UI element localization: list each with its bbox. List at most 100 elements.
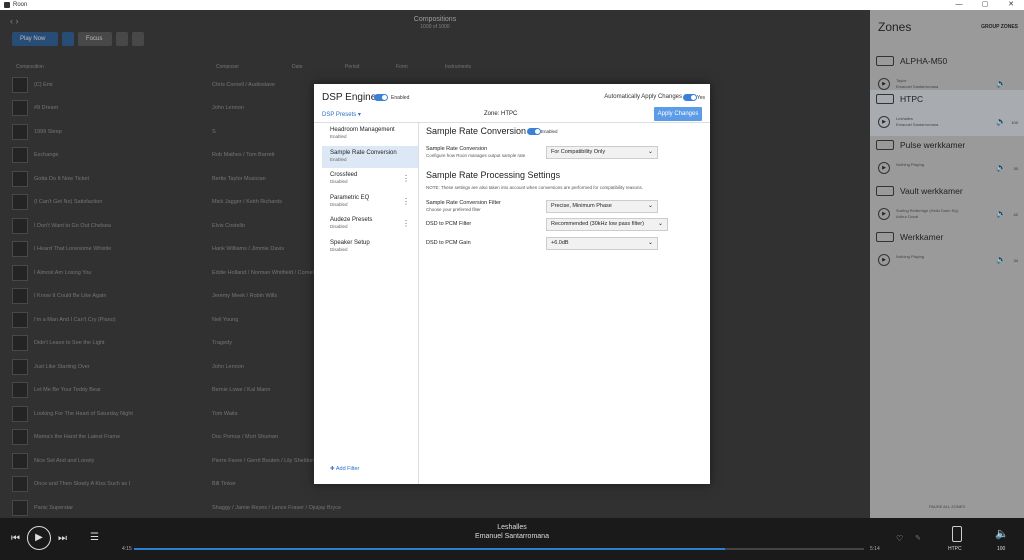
zone-volume-icon[interactable]: 🔈 (996, 163, 1006, 172)
chevron-down-icon: ⌄ (657, 221, 663, 227)
zone-name[interactable]: ALPHA-M50 (900, 56, 947, 66)
zone-name[interactable]: Pulse werkkamer (900, 140, 965, 150)
dsp-presets-dropdown[interactable]: DSP Presets ▾ (322, 111, 361, 118)
src-enabled-toggle[interactable] (527, 128, 541, 135)
dsp-engine-dialog: DSP Engine Enabled Automatically Apply C… (314, 84, 710, 484)
filter-item[interactable]: Speaker Setup Disabled (322, 236, 418, 259)
window-titlebar: Roon — ▢ ✕ (0, 0, 1024, 10)
zone-volume-icon[interactable]: 🔈 (996, 117, 1006, 126)
zone-name[interactable]: Werkkamer (900, 232, 943, 242)
apply-changes-button[interactable]: Apply Changes (654, 107, 702, 121)
zone-now-playing: Nothing Playing (896, 162, 925, 167)
zone-item[interactable]: Pulse werkkamer ▶ Nothing Playing 🔈 30 (870, 136, 1024, 182)
roon-app-icon (4, 2, 10, 8)
heart-icon[interactable]: ♡ (896, 534, 903, 543)
zone-play-icon[interactable]: ▶ (878, 116, 890, 128)
close-button[interactable]: ✕ (998, 0, 1024, 10)
chevron-down-icon: ⌄ (647, 240, 653, 246)
dsd-gain-value: +6.0dB (551, 240, 569, 246)
active-zone-label[interactable]: HTPC (948, 546, 962, 552)
src-filter-select[interactable]: Precise, Minimum Phase ⌄ (546, 200, 658, 213)
filter-name: Sample Rate Conversion (330, 149, 397, 156)
more-options-icon[interactable]: ⋮ (402, 197, 410, 206)
src-mode-description: Configure how Roon manages output sample… (426, 153, 526, 158)
player-bar: ⏮ ▶ ⏭ ☰ Leshalles Emanuel Santarromana 4… (0, 518, 1024, 560)
dsd-pcm-filter-label: DSD to PCM Filter (426, 221, 472, 227)
window-title: Roon (13, 2, 28, 8)
zone-item[interactable]: Werkkamer ▶ Nothing Playing 🔈 34 (870, 228, 1024, 274)
group-zones-button[interactable]: GROUP ZONES (981, 24, 1018, 30)
device-icon (876, 140, 894, 150)
zone-now-playing: Nothing Playing (896, 254, 925, 259)
dsp-enabled-toggle[interactable] (374, 94, 388, 101)
time-total: 5:14 (870, 546, 880, 552)
device-icon (876, 94, 894, 104)
filter-item[interactable]: Audeze Presets Disabled ⋮ (322, 213, 418, 236)
src-mode-select[interactable]: For Compatibility Only ⌄ (546, 146, 658, 159)
zone-volume-icon[interactable]: 🔈 (996, 255, 1006, 264)
auto-apply-toggle[interactable] (683, 94, 697, 101)
zone-volume-icon[interactable]: 🔈 (996, 209, 1006, 218)
time-current: 4:15 (122, 546, 132, 552)
edit-icon[interactable]: ✎ (915, 534, 921, 542)
dsp-title: DSP Engine (322, 92, 377, 103)
src-filter-value: Precise, Minimum Phase (551, 203, 612, 209)
add-filter-button[interactable]: ✚ Add Filter (330, 466, 359, 472)
more-options-icon[interactable]: ⋮ (402, 174, 410, 183)
chevron-down-icon: ⌄ (647, 149, 653, 155)
zone-now-playing: Surfing Redbridge (Hello Duhn Ely) (896, 208, 959, 213)
zone-volume-level: 34 (1013, 258, 1018, 263)
chevron-down-icon: ⌄ (647, 203, 653, 209)
filter-status: Enabled (330, 134, 347, 139)
dsd-pcm-filter-value: Recommended (30kHz low pass filter) (551, 221, 644, 227)
filter-name: Headroom Management (330, 127, 395, 133)
dsd-gain-select[interactable]: +6.0dB ⌄ (546, 237, 658, 250)
zone-item[interactable]: Vault werkkamer ▶ Surfing Redbridge (Hello… (870, 182, 1024, 228)
filter-item[interactable]: Headroom Management Enabled (322, 123, 418, 146)
filter-status: Enabled (330, 156, 347, 162)
zone-name[interactable]: HTPC (900, 94, 923, 104)
zone-play-icon[interactable]: ▶ (878, 208, 890, 220)
more-options-icon[interactable]: ⋮ (402, 219, 410, 228)
add-filter-label: Add Filter (335, 466, 360, 472)
pause-all-zones-button[interactable]: PAUSE ALL ZONES (870, 504, 1024, 509)
minimize-button[interactable]: — (946, 0, 972, 10)
zones-title: Zones (878, 20, 912, 34)
zone-now-playing-artist: Arthur Duval (896, 214, 919, 219)
src-filter-label: Sample Rate Conversion Filter (426, 200, 501, 206)
processing-heading: Sample Rate Processing Settings (426, 170, 561, 180)
device-icon (876, 186, 894, 196)
zone-device-icon[interactable] (952, 526, 962, 542)
zone-volume-level: 100 (1011, 120, 1018, 125)
processing-note: NOTE: These settings are also taken into… (426, 185, 644, 190)
zone-label: Zone: HTPC (484, 111, 518, 117)
zone-name[interactable]: Vault werkkamer (900, 186, 963, 196)
now-playing-title[interactable]: Leshalles (0, 524, 1024, 531)
zone-play-icon[interactable]: ▶ (878, 254, 890, 266)
volume-icon[interactable]: 🔈 (995, 527, 1009, 540)
dsd-pcm-filter-select[interactable]: Recommended (30kHz low pass filter) ⌄ (546, 218, 668, 231)
zone-play-icon[interactable]: ▶ (878, 78, 890, 90)
window-controls: — ▢ ✕ (946, 0, 1024, 10)
device-icon (876, 232, 894, 242)
filter-status: Disabled (330, 246, 348, 252)
auto-apply-value: Yes (696, 95, 705, 101)
dsp-enabled-label: Enabled (391, 95, 410, 101)
column-divider (418, 122, 419, 484)
zone-now-playing-artist: Emanuel Santarromana (896, 84, 939, 89)
device-icon (876, 56, 894, 66)
maximize-button[interactable]: ▢ (972, 0, 998, 10)
zone-volume-icon[interactable]: 🔈 (996, 79, 1006, 88)
zones-panel: Zones GROUP ZONES ALPHA-M50 ▶ Taylor Emanue… (870, 10, 1024, 518)
panel-heading: Sample Rate Conversion (426, 126, 527, 136)
seek-progress (134, 548, 726, 550)
src-mode-label: Sample Rate Conversion (426, 146, 488, 152)
filter-item[interactable]: Parametric EQ Disabled ⋮ (322, 191, 418, 214)
seek-bar[interactable] (134, 548, 864, 550)
zone-play-icon[interactable]: ▶ (878, 162, 890, 174)
now-playing-artist[interactable]: Emanuel Santarromana (0, 533, 1024, 540)
zone-item[interactable]: HTPC ▶ Leshalles Emanuel Santarromana 🔈 100 (870, 90, 1024, 136)
filter-item[interactable]: Sample Rate Conversion Enabled (322, 145, 418, 168)
auto-apply-label: Automatically Apply Changes (604, 94, 682, 100)
filter-item[interactable]: Crossfeed Disabled ⋮ (322, 168, 418, 191)
